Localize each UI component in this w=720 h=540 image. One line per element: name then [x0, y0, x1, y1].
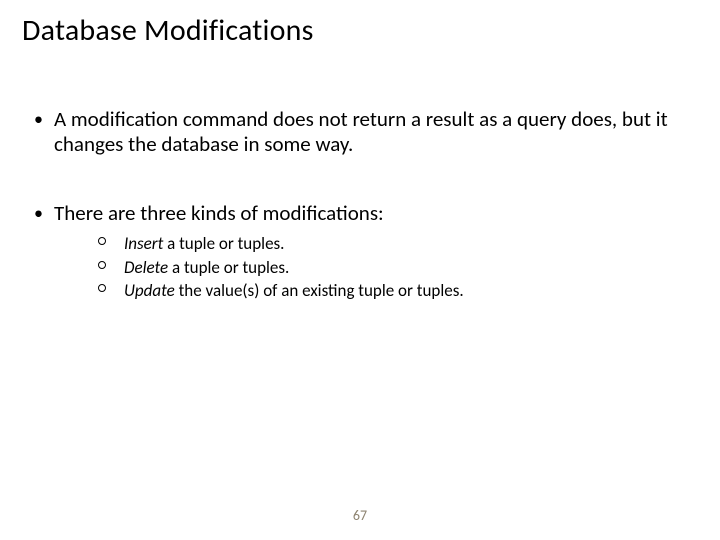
sub-bullet-item: Update the value(s) of an existing tuple…: [94, 280, 698, 301]
sub-bullet-rest: a tuple or tuples.: [168, 257, 289, 278]
circle-bullet-icon: [98, 261, 106, 269]
sub-bullet-keyword: Update: [124, 280, 175, 301]
slide-title: Database Modifications: [22, 12, 698, 49]
sub-bullet-keyword: Delete: [124, 257, 168, 278]
sub-bullet-keyword: Insert: [124, 233, 163, 254]
bullet-text: A modification command does not return a…: [54, 106, 668, 157]
page-number: 67: [0, 507, 720, 524]
sub-bullet-item: Delete a tuple or tuples.: [94, 257, 698, 278]
slide: Database Modifications A modification co…: [0, 0, 720, 540]
circle-bullet-icon: [98, 284, 106, 292]
sub-bullet-rest: a tuple or tuples.: [163, 233, 284, 254]
circle-bullet-icon: [98, 237, 106, 245]
sub-bullet-item: Insert a tuple or tuples.: [94, 233, 698, 254]
bullet-list: A modification command does not return a…: [30, 107, 698, 301]
sub-bullet-rest: the value(s) of an existing tuple or tup…: [175, 280, 464, 301]
sub-bullet-list: Insert a tuple or tuples. Delete a tuple…: [94, 233, 698, 301]
bullet-item: A modification command does not return a…: [30, 107, 698, 157]
bullet-item: There are three kinds of modifications: …: [30, 201, 698, 302]
bullet-text: There are three kinds of modifications:: [54, 200, 384, 226]
